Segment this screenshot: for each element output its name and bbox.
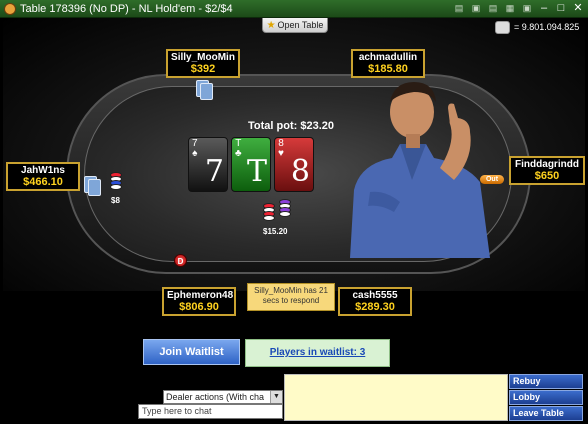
leave-table-button[interactable]: Leave Table <box>509 406 583 421</box>
player-stack: $185.80 <box>368 63 408 75</box>
chat-log <box>284 374 508 421</box>
chat-filter-value: Dealer actions (With cha <box>166 392 265 402</box>
window-controls: ▤ ▣ ▤ ▦ ▣ – □ ✕ <box>452 2 585 15</box>
player-name: Finddagrindd <box>515 159 579 170</box>
player-name: cash5555 <box>352 290 398 301</box>
cascade-icon[interactable]: ▤ <box>486 2 500 15</box>
card-back-icon <box>88 179 101 196</box>
player-stack: $466.10 <box>23 176 63 188</box>
total-pot: Total pot: $23.20 <box>248 120 334 132</box>
cashier-icon[interactable] <box>495 21 510 34</box>
action-timer-message: Silly_MooMin has 21 secs to respond <box>247 283 335 311</box>
chat-input[interactable]: Type here to chat <box>138 404 283 419</box>
minimize-button[interactable]: – <box>537 2 551 15</box>
player-name: achmadullin <box>358 52 418 63</box>
player-stack: $806.90 <box>179 301 219 313</box>
notes-icon[interactable]: ▣ <box>520 2 534 15</box>
seat-finddagrindd[interactable]: Finddagrindd $650 <box>509 156 585 186</box>
player-name: Silly_MooMin <box>171 52 235 63</box>
close-button[interactable]: ✕ <box>571 2 585 15</box>
pot-chips-icon <box>279 199 291 217</box>
card-back-icon <box>200 83 213 100</box>
board-card: 8 ♥ 8 <box>274 137 314 192</box>
grid-icon[interactable]: ▦ <box>503 2 517 15</box>
board-card: T ♣ T <box>231 137 271 192</box>
open-table-label: Open Table <box>277 20 324 30</box>
table-options-icon[interactable]: ▤ <box>452 2 466 15</box>
chevron-down-icon: ▼ <box>270 391 282 403</box>
player-stack: $289.30 <box>355 301 395 313</box>
seat-achmadullin[interactable]: achmadullin $185.80 <box>351 49 425 79</box>
board-card: 7 ♠ 7 <box>188 137 228 192</box>
player-stack: $650 <box>534 170 560 182</box>
chat-filter-select[interactable]: Dealer actions (With cha ▼ <box>163 390 283 404</box>
player-chips-icon <box>110 172 122 190</box>
star-icon: ★ <box>266 19 276 31</box>
sitting-out-badge: Out <box>480 175 504 184</box>
player-name: JahW1ns <box>21 165 65 176</box>
seat-silly-moomin[interactable]: Silly_MooMin $392 <box>166 49 240 79</box>
pot-chips-amount: $15.20 <box>263 227 288 236</box>
window-title: Table 178396 (No DP) - NL Hold'em - $2/$… <box>20 2 233 15</box>
player-stack: $392 <box>190 63 216 75</box>
lobby-button[interactable]: Lobby <box>509 390 583 405</box>
window-titlebar: Table 178396 (No DP) - NL Hold'em - $2/$… <box>0 0 588 18</box>
seat-jahw1ns[interactable]: JahW1ns $466.10 <box>6 162 80 192</box>
player-video-image <box>350 82 490 258</box>
players-in-waitlist-link[interactable]: Players in waitlist: 3 <box>245 339 390 367</box>
app-logo-icon <box>4 2 16 15</box>
bet-amount: $8 <box>111 196 120 205</box>
maximize-button[interactable]: □ <box>554 2 568 15</box>
dealer-button-icon: D <box>174 254 187 267</box>
open-table-button[interactable]: ★ Open Table <box>262 18 328 33</box>
join-waitlist-button[interactable]: Join Waitlist <box>143 339 240 365</box>
rebuy-button[interactable]: Rebuy <box>509 374 583 389</box>
account-balance: = 9.801.094.825 <box>514 22 580 32</box>
pot-chips-icon <box>263 203 275 221</box>
seat-ephemeron48[interactable]: Ephemeron48 $806.90 <box>162 287 236 317</box>
seat-cash5555[interactable]: cash5555 $289.30 <box>338 287 412 317</box>
tile-icon[interactable]: ▣ <box>469 2 483 15</box>
player-name: Ephemeron48 <box>167 290 234 301</box>
